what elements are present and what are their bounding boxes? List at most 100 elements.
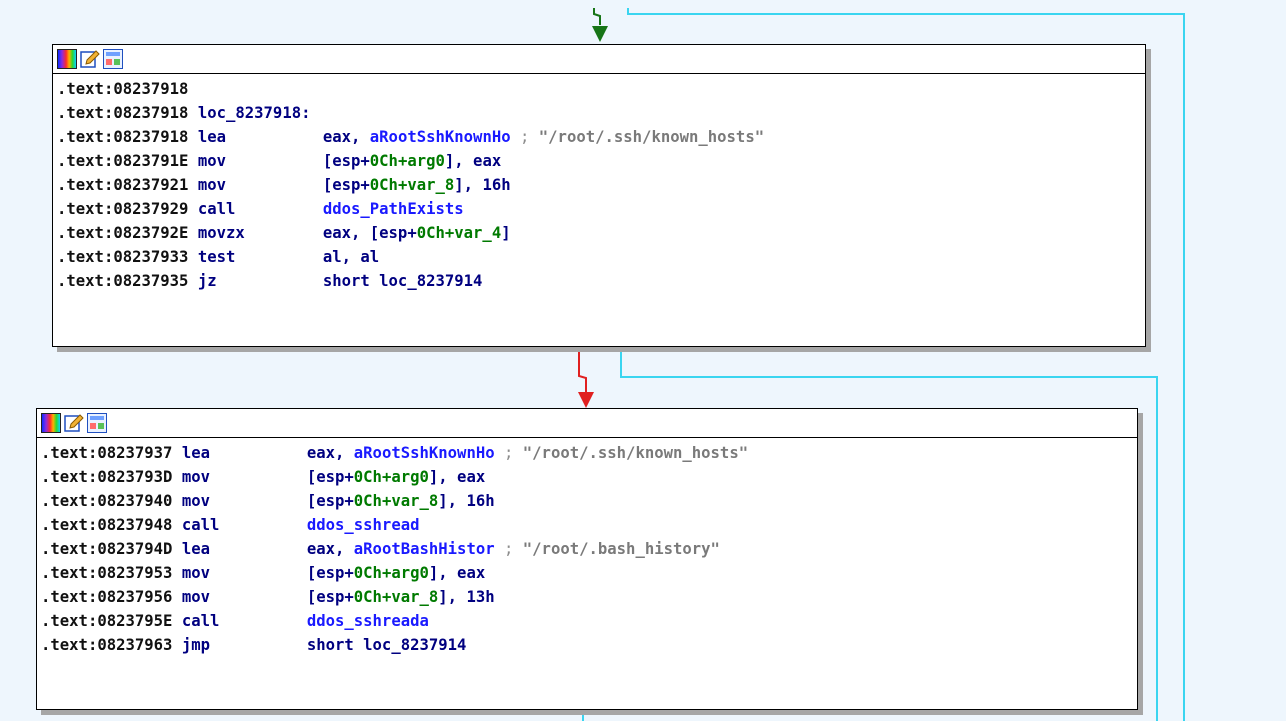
mnemonic: call [181,516,220,534]
operand: ], 13h [438,588,495,606]
operand: eax, [322,128,370,146]
address: .text:0823792E [57,224,189,242]
asm-line[interactable]: .text:08237918 lea eax, aRootSshKnownHo ;… [57,125,1145,149]
address: .text:08237956 [41,588,173,606]
comment-separator: ; [510,128,539,146]
operand: ], eax [428,564,486,582]
color-palette-icon[interactable] [57,49,77,69]
edit-pencil-icon[interactable] [80,49,100,69]
mnemonic: mov [181,564,210,582]
operand: al, al [322,248,380,266]
asm-line[interactable]: .text:08237918 loc_8237918: [57,101,1145,125]
arrowhead-red [578,392,594,408]
address: .text:08237937 [41,444,173,462]
operand: [esp+ [322,152,370,170]
address: .text:08237918 [57,128,189,146]
asm-line[interactable]: .text:08237929 call ddos_PathExists [57,197,1145,221]
graph-overview-icon[interactable] [87,413,107,433]
disassembly-listing: .text:08237918 .text:08237918 loc_823791… [53,74,1145,293]
comment-separator: ; [494,444,523,462]
operand: [esp+ [306,564,354,582]
asm-line[interactable]: .text:08237953 mov [esp+0Ch+arg0], eax [41,561,1137,585]
address: .text:0823791E [57,152,189,170]
address: .text:08237935 [57,272,189,290]
symbol-reference: ddos_sshreada [306,612,429,630]
edge-into-block1 [593,8,601,25]
edge-true-jz [578,347,587,392]
asm-line[interactable]: .text:08237935 jz short loc_8237914 [57,269,1145,293]
symbol-reference: ddos_sshread [306,516,420,534]
edit-pencil-icon[interactable] [64,413,84,433]
asm-line[interactable]: .text:08237937 lea eax, aRootSshKnownHo ;… [41,441,1137,465]
block-header [37,409,1137,438]
symbol-reference: aRootSshKnownHo [353,444,495,462]
mnemonic: test [197,248,236,266]
code-block-loc-8237918[interactable]: .text:08237918 .text:08237918 loc_823791… [52,44,1146,347]
mnemonic: movzx [197,224,245,242]
address: .text:08237918 [57,104,189,122]
asm-line[interactable]: .text:08237940 mov [esp+0Ch+var_8], 16h [41,489,1137,513]
mnemonic: lea [197,128,226,146]
mnemonic: jmp [181,636,210,654]
arrowhead-green [592,26,608,42]
string-comment: "/root/.ssh/known_hosts" [538,128,765,146]
symbol-reference: aRootSshKnownHo [369,128,511,146]
mnemonic: lea [181,540,210,558]
graph-overview-icon[interactable] [103,49,123,69]
operand: eax, [306,444,354,462]
mnemonic: mov [197,176,226,194]
mnemonic: mov [181,492,210,510]
stack-variable: 0Ch+var_8 [369,176,455,194]
stack-variable: 0Ch+arg0 [353,468,429,486]
address: .text:08237921 [57,176,189,194]
address: .text:0823794D [41,540,173,558]
stack-variable: 0Ch+arg0 [369,152,445,170]
operand: eax, [esp+ [322,224,417,242]
stack-variable: 0Ch+var_8 [353,492,439,510]
mnemonic: mov [197,152,226,170]
mnemonic: lea [181,444,210,462]
mnemonic: jz [197,272,217,290]
operand: eax, [306,540,354,558]
block-header [53,45,1145,74]
operand: short loc_8237914 [322,272,483,290]
asm-line[interactable]: .text:0823795E call ddos_sshreada [41,609,1137,633]
mnemonic: mov [181,468,210,486]
address: .text:08237933 [57,248,189,266]
asm-line[interactable]: .text:08237933 test al, al [57,245,1145,269]
operand: [esp+ [322,176,370,194]
string-comment: "/root/.bash_history" [522,540,720,558]
stack-variable: 0Ch+arg0 [353,564,429,582]
mnemonic: mov [181,588,210,606]
address: .text:08237963 [41,636,173,654]
asm-line[interactable]: .text:08237918 [57,77,1145,101]
operand: ], 16h [454,176,511,194]
code-block-loc-8237937[interactable]: .text:08237937 lea eax, aRootSshKnownHo ;… [36,408,1138,710]
mnemonic: call [197,200,236,218]
asm-line[interactable]: .text:08237921 mov [esp+0Ch+var_8], 16h [57,173,1145,197]
string-comment: "/root/.ssh/known_hosts" [522,444,749,462]
asm-line[interactable]: .text:0823792E movzx eax, [esp+0Ch+var_4] [57,221,1145,245]
operand: ], eax [428,468,486,486]
stack-variable: 0Ch+var_8 [353,588,439,606]
asm-line[interactable]: .text:0823794D lea eax, aRootBashHistor ;… [41,537,1137,561]
disassembly-listing: .text:08237937 lea eax, aRootSshKnownHo ;… [37,438,1137,657]
address: .text:08237940 [41,492,173,510]
color-palette-icon[interactable] [41,413,61,433]
address: .text:08237918 [57,80,189,98]
operand: ], 16h [438,492,495,510]
address: .text:08237953 [41,564,173,582]
asm-line[interactable]: .text:0823791E mov [esp+0Ch+arg0], eax [57,149,1145,173]
operand: ], eax [444,152,502,170]
stack-variable: 0Ch+var_4 [416,224,502,242]
symbol-reference: aRootBashHistor [353,540,495,558]
comment-separator: ; [494,540,523,558]
asm-line[interactable]: .text:08237956 mov [esp+0Ch+var_8], 13h [41,585,1137,609]
asm-line[interactable]: .text:08237948 call ddos_sshread [41,513,1137,537]
operand: [esp+ [306,492,354,510]
asm-line[interactable]: .text:08237963 jmp short loc_8237914 [41,633,1137,657]
symbol-reference: ddos_PathExists [322,200,464,218]
asm-line[interactable]: .text:0823793D mov [esp+0Ch+arg0], eax [41,465,1137,489]
address: .text:0823793D [41,468,173,486]
operand: [esp+ [306,588,354,606]
